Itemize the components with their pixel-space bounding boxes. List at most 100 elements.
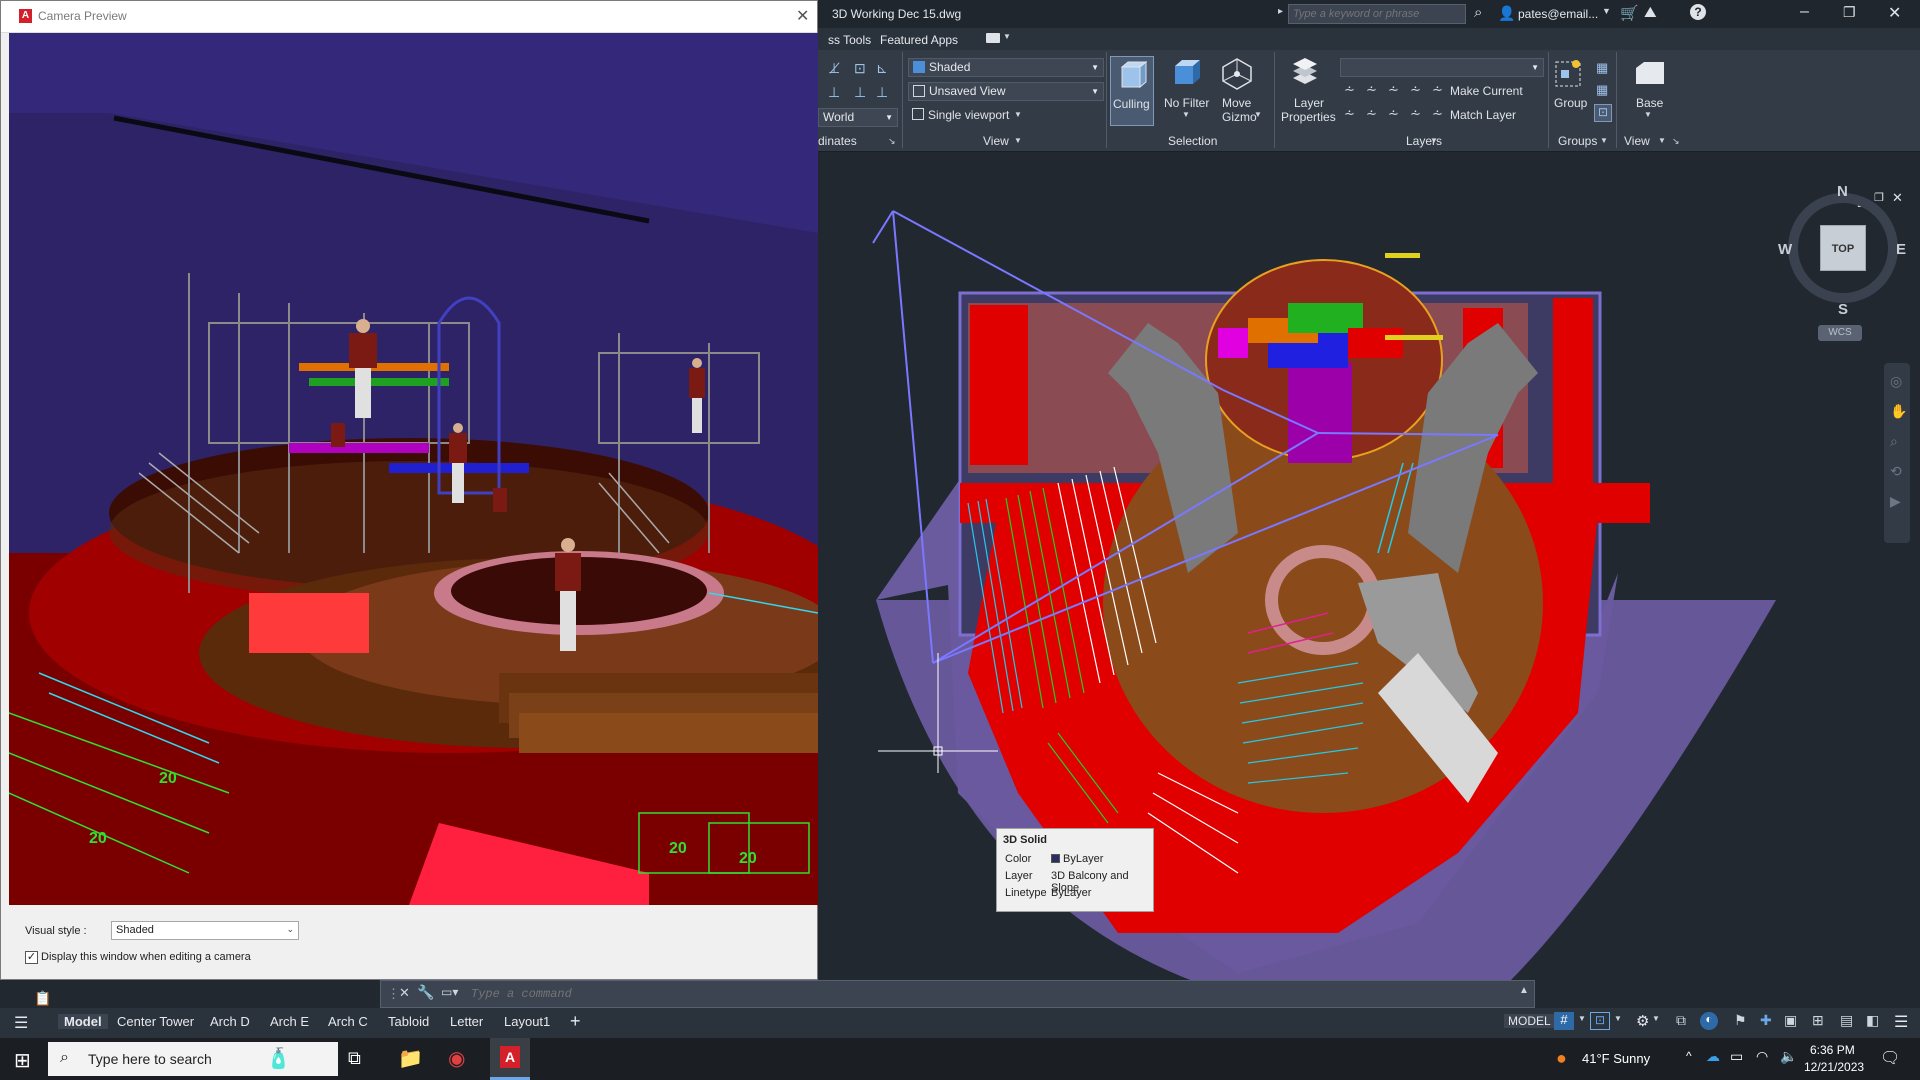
ucs-x-icon[interactable]: ⊥ bbox=[828, 84, 840, 101]
chevron-down-icon[interactable]: ▼ bbox=[1254, 110, 1262, 119]
chevron-down-icon[interactable]: ▼ bbox=[1652, 1014, 1660, 1023]
task-view-icon[interactable]: ⧉ bbox=[348, 1048, 361, 1069]
units-icon[interactable]: ⊞ bbox=[1812, 1012, 1824, 1029]
close-icon[interactable]: ✕ bbox=[399, 985, 410, 1001]
orbit-icon[interactable]: ⟲ bbox=[1890, 463, 1902, 480]
help-search-input[interactable] bbox=[1288, 4, 1466, 24]
no-filter-icon[interactable] bbox=[1172, 58, 1202, 88]
restore-icon[interactable]: ❐ bbox=[1843, 4, 1856, 21]
layer-unisolate-icon[interactable]: ⩪ bbox=[1366, 106, 1377, 122]
ungroup-icon[interactable]: ▦ bbox=[1596, 60, 1608, 76]
customization-icon[interactable]: ☰ bbox=[1894, 1012, 1908, 1032]
dialog-launcher-icon[interactable]: ↘ bbox=[1672, 136, 1680, 147]
group-icon[interactable] bbox=[1554, 58, 1584, 88]
chevron-down-icon[interactable]: ▼ bbox=[1014, 110, 1022, 119]
tab-layout[interactable]: Letter bbox=[450, 1014, 483, 1029]
add-layout-icon[interactable]: + bbox=[570, 1011, 581, 1032]
ucs-origin-icon[interactable]: ⊾ bbox=[876, 60, 888, 77]
minimize-icon[interactable]: – bbox=[1800, 3, 1809, 21]
layer-properties-label-1[interactable]: Layer bbox=[1294, 96, 1324, 110]
quick-properties-icon[interactable]: ▤ bbox=[1840, 1012, 1853, 1029]
ucs-icon[interactable]: ⊥̸ bbox=[828, 60, 840, 77]
base-view-icon[interactable] bbox=[1634, 60, 1666, 88]
chevron-right-icon[interactable]: ▸ bbox=[1278, 6, 1283, 17]
match-layer-icon[interactable]: ⩪ bbox=[1432, 106, 1443, 122]
tab-layout[interactable]: Layout1 bbox=[504, 1014, 550, 1029]
visual-style-dropdown[interactable]: Shaded ▼ bbox=[908, 58, 1104, 77]
chevron-down-icon[interactable]: ▼ bbox=[1614, 1014, 1622, 1023]
no-filter-label[interactable]: No Filter bbox=[1164, 96, 1209, 110]
ucs-world-icon[interactable]: ⊡ bbox=[854, 60, 866, 77]
base-view-label[interactable]: Base bbox=[1636, 96, 1663, 110]
model-space-toggle[interactable]: MODEL bbox=[1504, 1014, 1555, 1028]
visual-style-select[interactable]: Shaded ⌄ bbox=[111, 921, 299, 940]
showmotion-icon[interactable]: ▶ bbox=[1890, 493, 1901, 510]
layer-lock-icon[interactable]: ⩪ bbox=[1410, 82, 1421, 98]
search-icon[interactable]: ⌕ bbox=[1474, 4, 1482, 21]
compass-east[interactable]: E bbox=[1896, 241, 1906, 258]
command-history-icon[interactable]: ▭▾ bbox=[441, 985, 458, 999]
tab-layout[interactable]: Tabloid bbox=[388, 1014, 429, 1029]
zoom-icon[interactable]: ⌕ bbox=[1890, 433, 1898, 450]
tab-layout[interactable]: Center Tower bbox=[117, 1014, 194, 1029]
clean-screen-icon[interactable]: ◧ bbox=[1866, 1012, 1879, 1029]
chevron-up-icon[interactable]: ^ bbox=[1686, 1049, 1692, 1063]
viewport-config-button[interactable]: Single viewport bbox=[928, 108, 1009, 122]
workspace-icon[interactable]: ⧉ bbox=[1676, 1012, 1686, 1029]
ucs-dropdown[interactable]: World ▼ bbox=[818, 108, 898, 127]
user-account[interactable]: pates@email... bbox=[1518, 7, 1598, 21]
chevron-down-icon[interactable]: ▼ bbox=[1014, 136, 1022, 145]
onedrive-icon[interactable]: ☁ bbox=[1706, 1048, 1720, 1065]
weather-icon[interactable]: ● bbox=[1556, 1048, 1567, 1069]
tab-layout[interactable]: Arch E bbox=[270, 1014, 309, 1029]
wifi-icon[interactable]: ◠ bbox=[1756, 1048, 1768, 1065]
compass-west[interactable]: W bbox=[1778, 241, 1792, 258]
chevron-down-icon[interactable]: ▼ bbox=[1602, 6, 1611, 16]
isolate-icon[interactable]: ◐ bbox=[1700, 1012, 1718, 1030]
close-icon[interactable]: ✕ bbox=[1888, 3, 1901, 23]
tab-model[interactable]: Model bbox=[58, 1014, 108, 1029]
tab-layout[interactable]: Arch C bbox=[328, 1014, 368, 1029]
chevron-down-icon[interactable]: ▼ bbox=[1644, 110, 1652, 119]
volume-icon[interactable]: 🔈 bbox=[1780, 1048, 1797, 1065]
close-icon[interactable]: ✕ bbox=[796, 6, 809, 26]
pan-icon[interactable]: ✋ bbox=[1890, 403, 1907, 420]
tab-layout[interactable]: Arch D bbox=[210, 1014, 250, 1029]
steering-wheel-icon[interactable]: ◎ bbox=[1890, 373, 1902, 390]
clock-date[interactable]: 12/21/2023 bbox=[1804, 1060, 1864, 1074]
clipboard-icon[interactable]: 📋 bbox=[34, 990, 51, 1007]
layer-properties-icon[interactable] bbox=[1290, 56, 1320, 88]
layer-unlock-icon[interactable]: ⩪ bbox=[1410, 106, 1421, 122]
layer-freeze-icon[interactable]: ⩪ bbox=[1388, 82, 1399, 98]
annomonitor-icon[interactable]: ✚ bbox=[1760, 1012, 1772, 1029]
viewcube[interactable]: N S E W TOP WCS bbox=[1778, 183, 1908, 341]
compass-south[interactable]: S bbox=[1838, 301, 1848, 318]
make-current-icon[interactable]: ⩪ bbox=[1432, 82, 1443, 98]
file-explorer-icon[interactable]: 📁 bbox=[398, 1046, 423, 1071]
move-gizmo-icon[interactable] bbox=[1220, 56, 1254, 90]
ucs-z-icon[interactable]: ⊥ bbox=[876, 84, 888, 101]
windows-start-icon[interactable]: ⊞ bbox=[14, 1048, 31, 1073]
move-gizmo-label-2[interactable]: Gizmo bbox=[1222, 110, 1257, 124]
hamburger-menu-icon[interactable]: ☰ bbox=[14, 1013, 28, 1033]
ucs-y-icon[interactable]: ⊥ bbox=[854, 84, 866, 101]
chevron-down-icon[interactable]: ▼ bbox=[1003, 32, 1011, 41]
battery-icon[interactable]: ▭ bbox=[1730, 1048, 1743, 1065]
group-edit-icon[interactable]: ▦ bbox=[1596, 82, 1608, 98]
make-current-button[interactable]: Make Current bbox=[1450, 84, 1523, 98]
cart-icon[interactable]: 🛒 bbox=[1620, 4, 1639, 22]
annotation-icon[interactable]: ⚑ bbox=[1734, 1012, 1747, 1029]
chevron-down-icon[interactable]: ▼ bbox=[1600, 136, 1608, 145]
layer-thaw-icon[interactable]: ⩪ bbox=[1388, 106, 1399, 122]
ribbon-display-icon[interactable] bbox=[986, 33, 1000, 43]
chevron-down-icon[interactable]: ▼ bbox=[1182, 110, 1190, 119]
notifications-icon[interactable]: 🗨 bbox=[1880, 1048, 1900, 1068]
hardware-accel-icon[interactable]: ▣ bbox=[1784, 1012, 1797, 1029]
tab-express-tools[interactable]: ss Tools bbox=[828, 33, 871, 47]
grid-icon[interactable]: # bbox=[1554, 1012, 1574, 1030]
layer-off-icon[interactable]: ⩪ bbox=[1344, 82, 1355, 98]
chrome-icon[interactable]: ◉ bbox=[448, 1046, 465, 1071]
user-icon[interactable]: 👤 bbox=[1498, 5, 1515, 22]
display-window-checkbox[interactable]: ✓ bbox=[25, 951, 38, 964]
layer-dropdown[interactable]: ▼ bbox=[1340, 58, 1544, 77]
